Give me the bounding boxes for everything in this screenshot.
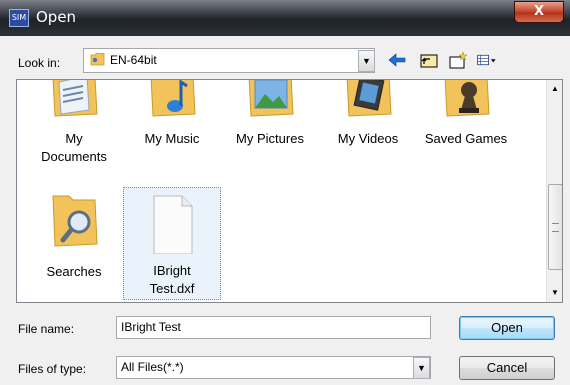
file-item-my-music[interactable]: My Music: [123, 80, 221, 172]
file-item-ibright-test-dxf[interactable]: IBright Test.dxf: [123, 187, 221, 300]
title-bar[interactable]: SIM Open X: [0, 0, 570, 36]
file-item-label: IBright Test.dxf: [149, 263, 195, 296]
file-item-my-documents[interactable]: My Documents: [25, 80, 123, 172]
file-item-searches[interactable]: Searches: [25, 188, 123, 288]
file-item-label: Saved Games: [424, 131, 508, 146]
back-arrow-icon[interactable]: [386, 50, 408, 70]
cancel-button[interactable]: Cancel: [459, 356, 555, 380]
folder-user-icon: [90, 53, 105, 66]
file-name-label: File name:: [18, 322, 75, 336]
files-of-type-dropdown-arrow[interactable]: ▼: [413, 357, 430, 379]
close-button[interactable]: X: [514, 1, 564, 23]
open-button[interactable]: Open: [459, 316, 555, 340]
dxf-file-icon: [153, 195, 193, 254]
file-item-label: My Documents: [41, 131, 107, 164]
new-folder-icon[interactable]: [447, 50, 469, 70]
scroll-thumb[interactable]: [548, 184, 562, 270]
open-dialog: SIM Open X Look in: EN-64bit ▼ My Docume…: [0, 0, 570, 385]
files-of-type-select[interactable]: All Files(*.*) ▼: [116, 356, 431, 379]
videos-folder-icon: [346, 80, 392, 117]
file-list[interactable]: My Documents My Music My Pictures My Vid…: [16, 79, 563, 303]
file-item-my-videos[interactable]: My Videos: [319, 80, 417, 172]
look-in-label: Look in:: [18, 56, 61, 70]
file-item-label: My Pictures: [236, 131, 304, 146]
file-item-label: Searches: [46, 264, 102, 279]
scroll-up-arrow-icon[interactable]: ▲: [547, 80, 562, 98]
file-name-input[interactable]: IBright Test: [116, 316, 431, 339]
music-folder-icon: [150, 80, 196, 117]
window-title: Open: [36, 8, 77, 26]
files-of-type-label: Files of type:: [18, 362, 87, 376]
files-of-type-value: All Files(*.*): [121, 360, 184, 374]
up-folder-icon[interactable]: [418, 50, 440, 70]
look-in-value: EN-64bit: [110, 53, 157, 67]
searches-folder-icon: [52, 195, 98, 247]
pictures-folder-icon: [248, 80, 294, 117]
file-item-label: My Videos: [337, 131, 399, 146]
games-folder-icon: [444, 80, 490, 117]
file-item-label: My Music: [144, 131, 200, 146]
file-item-saved-games[interactable]: Saved Games: [417, 80, 515, 172]
vertical-scrollbar[interactable]: ▲ ▼: [546, 80, 562, 302]
look-in-dropdown-arrow[interactable]: ▼: [358, 50, 375, 72]
look-in-combo[interactable]: EN-64bit ▼: [83, 48, 375, 73]
file-item-my-pictures[interactable]: My Pictures: [221, 80, 319, 172]
view-menu-icon[interactable]: [476, 50, 504, 70]
scroll-down-arrow-icon[interactable]: ▼: [547, 284, 562, 302]
app-icon: SIM: [9, 9, 29, 27]
documents-folder-icon: [52, 80, 98, 117]
